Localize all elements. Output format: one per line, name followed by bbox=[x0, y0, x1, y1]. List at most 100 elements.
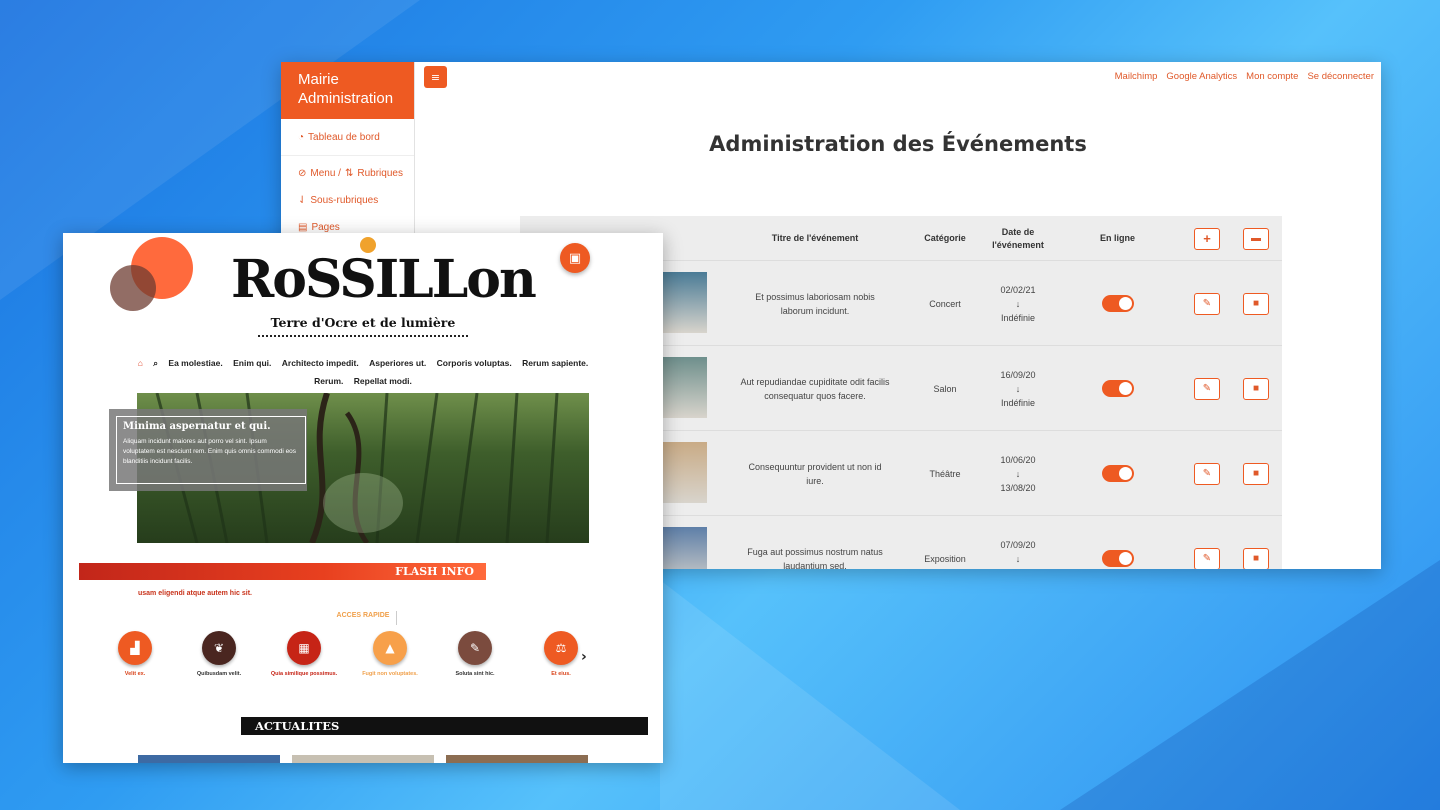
nav-link-mon-compte[interactable]: Mon compte bbox=[1246, 71, 1298, 82]
quick-access-divider bbox=[396, 611, 397, 625]
event-date: 02/02/21 ↓ Indéfinie bbox=[980, 261, 1056, 346]
background-facet bbox=[1060, 560, 1440, 810]
event-category: Salon bbox=[933, 383, 957, 394]
search-icon[interactable]: ⌕ bbox=[153, 358, 158, 368]
event-title: Et possimus laboriosam nobis laborum inc… bbox=[755, 291, 875, 316]
logo-circle-brown bbox=[110, 265, 156, 311]
quick-access-icon: ❦ bbox=[202, 631, 236, 665]
menu-item[interactable]: Corporis voluptas. bbox=[437, 358, 512, 368]
menu-item[interactable]: Asperiores ut. bbox=[369, 358, 426, 368]
edit-button[interactable]: ✎ bbox=[1194, 547, 1220, 569]
quick-access-icon: ▦ bbox=[287, 631, 321, 665]
sidebar-item-menu-rubriques[interactable]: ⊘ Menu / ⇅ Rubriques bbox=[281, 160, 414, 187]
online-toggle-cell bbox=[1082, 516, 1154, 569]
quick-access-item[interactable]: ▲ Fugit non voluptates. bbox=[350, 631, 430, 677]
news-thumbnail[interactable] bbox=[292, 755, 434, 763]
compass-icon: ⊘ bbox=[298, 168, 307, 179]
quick-access-glyph: ⚖ bbox=[555, 641, 567, 655]
quick-access-item[interactable]: ❦ Quibusdam velit. bbox=[179, 631, 259, 677]
sidebar-item-label: Menu / bbox=[310, 168, 341, 179]
quick-access-icon: ▟ bbox=[118, 631, 152, 665]
event-thumbnail[interactable] bbox=[660, 442, 707, 503]
edit-button[interactable]: ✎ bbox=[1194, 292, 1220, 315]
event-date-start: 02/02/21 bbox=[1000, 284, 1036, 295]
event-title: Fuga aut possimus nostrum natus laudanti… bbox=[747, 546, 883, 570]
edit-button[interactable]: ✎ bbox=[1194, 377, 1220, 400]
menu-item[interactable]: Repellat modi. bbox=[354, 376, 412, 386]
delete-button[interactable]: ■ bbox=[1243, 547, 1269, 569]
delete-cell: ■ bbox=[1242, 431, 1270, 516]
plus-icon: + bbox=[1203, 231, 1211, 246]
menu-item[interactable]: Architecto impedit. bbox=[282, 358, 359, 368]
online-toggle[interactable] bbox=[1102, 295, 1134, 312]
quick-access-item[interactable]: ⚖ Et eius. bbox=[521, 631, 601, 677]
admin-topnav: Mailchimp Google Analytics Mon compte Se… bbox=[1115, 71, 1374, 82]
edit-icon: ✎ bbox=[1202, 552, 1212, 564]
contact-button[interactable]: ▣ bbox=[560, 243, 590, 273]
sidebar-toggle-button[interactable]: ≡ bbox=[424, 66, 447, 88]
event-thumbnail[interactable] bbox=[660, 357, 707, 418]
flash-info-banner: FLASH INFO bbox=[79, 563, 486, 580]
event-title: Consequuntur provident ut non id iure. bbox=[748, 461, 882, 486]
add-event-button[interactable]: + bbox=[1194, 227, 1220, 250]
menu-item[interactable]: Rerum. bbox=[314, 376, 343, 386]
nav-link-logout[interactable]: Se déconnecter bbox=[1307, 71, 1374, 82]
event-thumbnail[interactable] bbox=[660, 527, 707, 569]
quick-access-icon: ▲ bbox=[373, 631, 407, 665]
event-date-start: 16/09/20 bbox=[1000, 369, 1036, 380]
menu-icon: ≡ bbox=[430, 70, 441, 84]
event-date-end: Indéfinie bbox=[1000, 397, 1036, 408]
site-logo[interactable]: RoSSILLon bbox=[231, 247, 537, 313]
home-icon[interactable]: ⌂ bbox=[138, 358, 143, 368]
quick-access-item[interactable]: ▟ Velit ex. bbox=[95, 631, 175, 677]
menu-item[interactable]: Enim qui. bbox=[233, 358, 271, 368]
online-toggle[interactable] bbox=[1102, 550, 1134, 567]
edit-icon: ✎ bbox=[1202, 467, 1212, 479]
sidebar-item-sous-rubriques[interactable]: ⇃ Sous-rubriques bbox=[281, 187, 414, 214]
flash-info-ticker[interactable]: usam eligendi atque autem hic sit. bbox=[138, 590, 252, 597]
hero-caption[interactable]: Minima aspernatur et qui. Aliquam incidu… bbox=[116, 416, 306, 484]
quick-access-item[interactable]: ▦ Quia similique possimus. bbox=[264, 631, 344, 677]
archive-button[interactable]: ▬ bbox=[1243, 227, 1269, 250]
sidebar-item-label: Tableau de bord bbox=[308, 131, 380, 143]
quick-access-item[interactable]: ✎ Soluta sint hic. bbox=[435, 631, 515, 677]
column-header-categorie: Catégorie bbox=[924, 233, 966, 243]
sidebar-item-dashboard[interactable]: ◔ Tableau de bord bbox=[281, 119, 414, 156]
edit-cell: ✎ bbox=[1193, 516, 1221, 569]
arrow-down-icon: ↓ bbox=[1015, 298, 1021, 309]
archive-icon: ▬ bbox=[1251, 233, 1261, 244]
nav-link-google-analytics[interactable]: Google Analytics bbox=[1166, 71, 1237, 82]
arrow-down-icon: ↓ bbox=[1015, 383, 1021, 394]
online-toggle[interactable] bbox=[1102, 465, 1134, 482]
quick-access-label: Velit ex. bbox=[124, 671, 146, 677]
menu-item[interactable]: Ea molestiae. bbox=[168, 358, 222, 368]
event-category: Théâtre bbox=[929, 468, 961, 479]
news-thumbnail[interactable] bbox=[138, 755, 280, 763]
event-date-start: 07/09/20 bbox=[1000, 539, 1036, 550]
quick-access-glyph: ❦ bbox=[213, 641, 225, 655]
event-date: 07/09/20 ↓ Indéfinie bbox=[980, 516, 1056, 570]
add-event-button-cell: + bbox=[1193, 216, 1221, 261]
online-toggle-cell bbox=[1082, 346, 1154, 431]
quick-access-glyph: ▦ bbox=[298, 641, 310, 655]
event-thumbnail[interactable] bbox=[660, 272, 707, 333]
quick-access-glyph: ▟ bbox=[130, 641, 140, 655]
trash-icon: ■ bbox=[1252, 297, 1260, 309]
nav-link-mailchimp[interactable]: Mailchimp bbox=[1115, 71, 1158, 82]
event-date-end: Indéfinie bbox=[1000, 312, 1036, 323]
edit-button[interactable]: ✎ bbox=[1194, 462, 1220, 485]
quick-access-label: Soluta sint hic. bbox=[455, 671, 495, 677]
trash-icon: ■ bbox=[1252, 552, 1260, 564]
online-toggle[interactable] bbox=[1102, 380, 1134, 397]
delete-button[interactable]: ■ bbox=[1243, 377, 1269, 400]
delete-cell: ■ bbox=[1242, 346, 1270, 431]
quick-access-title: ACCES RAPIDE bbox=[336, 612, 390, 619]
delete-button[interactable]: ■ bbox=[1243, 462, 1269, 485]
admin-brand[interactable]: Mairie Administration bbox=[281, 62, 414, 119]
event-date-end: 13/08/20 bbox=[1000, 482, 1036, 493]
menu-item[interactable]: Rerum sapiente. bbox=[522, 358, 588, 368]
news-thumbnail[interactable] bbox=[446, 755, 588, 763]
site-tagline: Terre d'Ocre et de lumière bbox=[270, 315, 456, 330]
quick-access-glyph: ✎ bbox=[469, 641, 481, 655]
delete-button[interactable]: ■ bbox=[1243, 292, 1269, 315]
